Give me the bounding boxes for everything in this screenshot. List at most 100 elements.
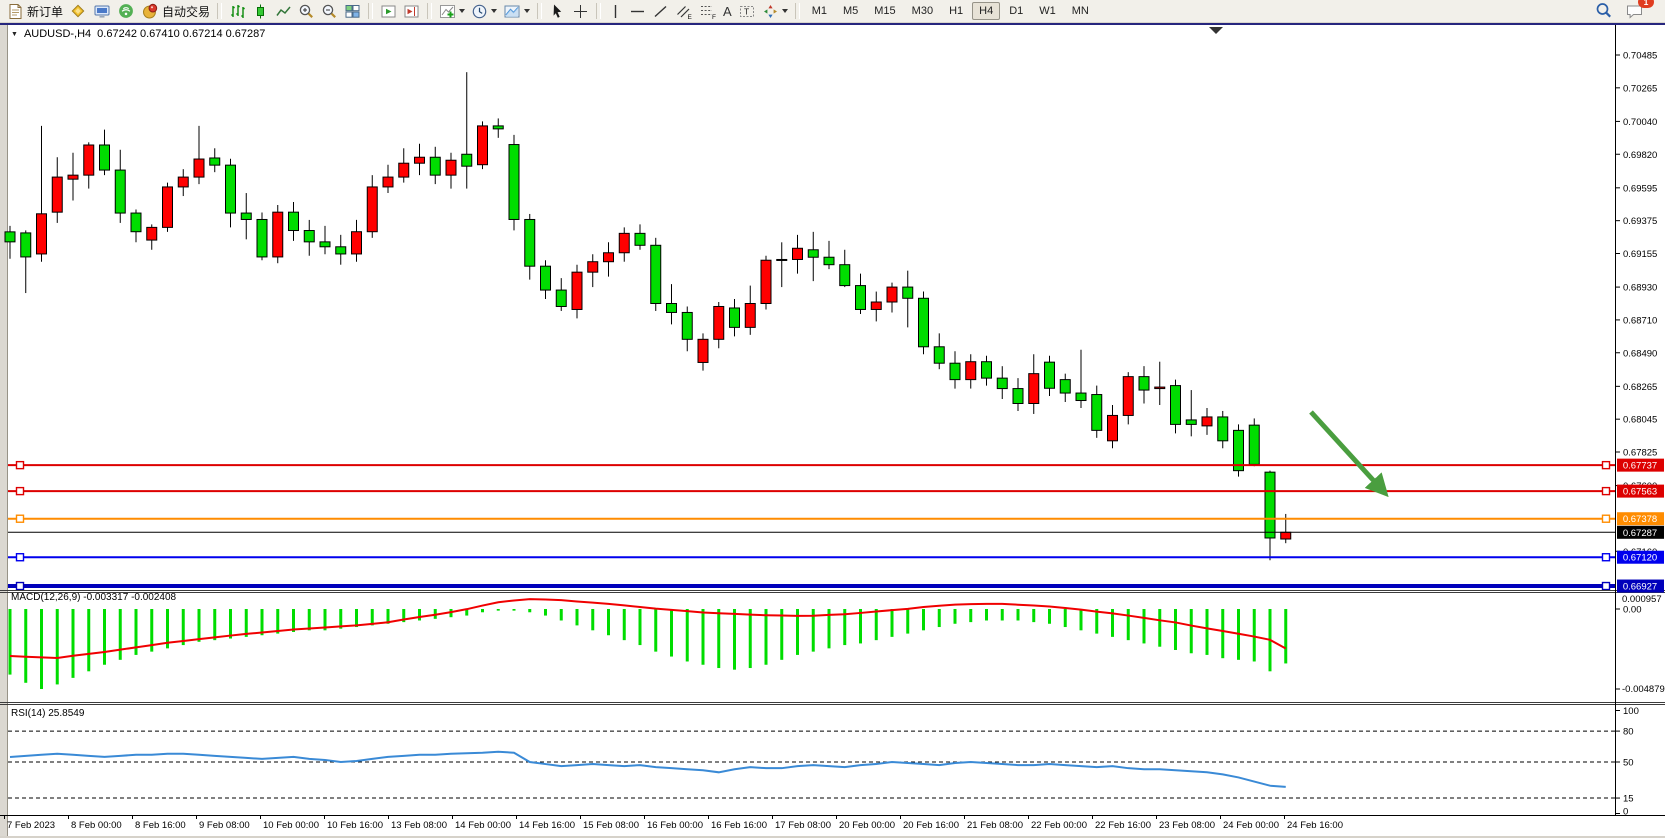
line-handle [17,462,24,469]
indicators-icon [439,3,456,20]
trendline-tool-button[interactable] [649,1,672,21]
down-arrow-annotation[interactable] [1311,412,1384,492]
price-tick-label: 0.70485 [1623,51,1657,62]
date-tick-label: 14 Feb 00:00 [455,820,511,831]
market-orders-button[interactable] [66,1,90,21]
line-handle [17,554,24,561]
candlestick-mode-button[interactable] [249,1,272,21]
rsi-panel [8,711,1620,814]
candlestick-icon [252,3,269,20]
search-icon [1595,2,1613,20]
toolbar-separator [596,3,601,19]
date-tick-label: 8 Feb 16:00 [135,820,186,831]
new-order-icon [7,3,24,20]
vertical-line-icon [608,3,623,20]
horizontal-line-tool-button[interactable] [626,1,649,21]
rsi-tick-label: 15 [1623,794,1634,805]
rsi-tick-label: 50 [1623,758,1634,769]
rsi-indicator-label: RSI(14) 25.8549 [11,708,84,719]
date-tick-label: 13 Feb 08:00 [391,820,447,831]
search-button[interactable] [1592,1,1616,21]
date-tick-label: 21 Feb 08:00 [967,820,1023,831]
equidistant-channel-tool-button[interactable]: E [672,1,696,21]
ohlc-values-label: 0.67242 0.67410 0.67214 0.67287 [97,28,265,40]
chevron-down-icon [491,9,497,13]
price-line-badge-label: 0.67378 [1623,514,1657,525]
timeframe-m30[interactable]: M30 [905,2,940,20]
autotrading-icon [141,2,159,20]
collapse-icon[interactable]: ▼ [11,31,18,38]
shapes-dropdown-button[interactable] [759,1,791,21]
zoom-out-button[interactable] [318,1,341,21]
rsi-line [10,752,1286,787]
date-tick-label: 14 Feb 16:00 [519,820,575,831]
templates-dropdown-button[interactable] [500,1,533,21]
cursor-tool-button[interactable] [546,1,569,21]
timeframe-h1[interactable]: H1 [942,2,970,20]
gold-diamond-icon [69,2,87,20]
new-order-button[interactable]: 新订单 [4,1,66,21]
line-handle [1603,515,1610,522]
timeframe-mn[interactable]: MN [1065,2,1096,20]
timeframe-w1[interactable]: W1 [1032,2,1063,20]
toolbar-separator [368,3,373,19]
line-handle [1603,554,1610,561]
symbol-period-label: AUDUSD-,H4 [24,28,91,40]
timeframe-h4[interactable]: H4 [972,2,1000,20]
price-line-badge-label: 0.67737 [1623,461,1657,472]
bar-chart-icon [229,3,246,20]
price-tick-label: 0.70265 [1623,83,1657,94]
chart-canvas[interactable]: 0.704850.702650.700400.698200.695950.693… [0,25,1665,838]
price-badges-layer [1617,459,1664,593]
crosshair-icon [572,3,589,20]
terminal-icon [93,3,111,20]
crosshair-tool-button[interactable] [569,1,592,21]
notifications-button[interactable]: 1 [1622,1,1647,21]
macd-indicator-label: MACD(12,26,9) -0.003317 -0.002408 [11,592,176,603]
fibonacci-tool-button[interactable]: F [696,1,720,21]
clock-icon [471,3,488,20]
signals-button[interactable] [114,1,138,21]
price-tick-label: 0.68930 [1623,283,1657,294]
auto-scroll-button[interactable] [377,1,400,21]
channel-icon: E [675,3,693,20]
date-tick-label: 10 Feb 00:00 [263,820,319,831]
svg-text:E: E [688,14,693,20]
tile-windows-button[interactable] [341,1,364,21]
autotrading-label: 自动交易 [162,3,210,20]
zoom-out-icon [321,3,338,20]
vertical-line-tool-button[interactable] [605,1,626,21]
macd-axis-zero: 0.00 [1623,605,1642,616]
date-tick-label: 20 Feb 16:00 [903,820,959,831]
timeframe-m5[interactable]: M5 [836,2,865,20]
zoom-in-button[interactable] [295,1,318,21]
timeframe-d1[interactable]: D1 [1002,2,1030,20]
chart-shift-marker[interactable] [1209,27,1223,34]
line-chart-mode-button[interactable] [272,1,295,21]
text-tool-icon: A [723,3,732,20]
line-handle [17,488,24,495]
chart-title: ▼ AUDUSD-,H4 0.67242 0.67410 0.67214 0.6… [11,28,265,40]
periods-dropdown-button[interactable] [468,1,500,21]
text-tool-button[interactable]: A [720,1,735,21]
timeframe-m15[interactable]: M15 [867,2,902,20]
chart-shift-button[interactable] [400,1,423,21]
terminal-button[interactable] [90,1,114,21]
date-tick-label: 7 Feb 2023 [7,820,55,831]
date-tick-label: 23 Feb 08:00 [1159,820,1215,831]
price-tick-label: 0.68490 [1623,348,1657,359]
date-tick-label: 24 Feb 16:00 [1287,820,1343,831]
timeframe-m1[interactable]: M1 [805,2,834,20]
toolbar-separator [537,3,542,19]
indicators-dropdown-button[interactable] [436,1,468,21]
bar-chart-mode-button[interactable] [226,1,249,21]
zoom-in-icon [298,3,315,20]
date-axis[interactable] [5,815,1285,819]
line-handle [17,583,24,590]
autotrading-button[interactable]: 自动交易 [138,1,213,21]
date-tick-label: 10 Feb 16:00 [327,820,383,831]
text-label-tool-button[interactable]: T [735,1,759,21]
date-tick-label: 20 Feb 00:00 [839,820,895,831]
chart-shift-icon [403,3,420,20]
date-tick-label: 9 Feb 08:00 [199,820,250,831]
